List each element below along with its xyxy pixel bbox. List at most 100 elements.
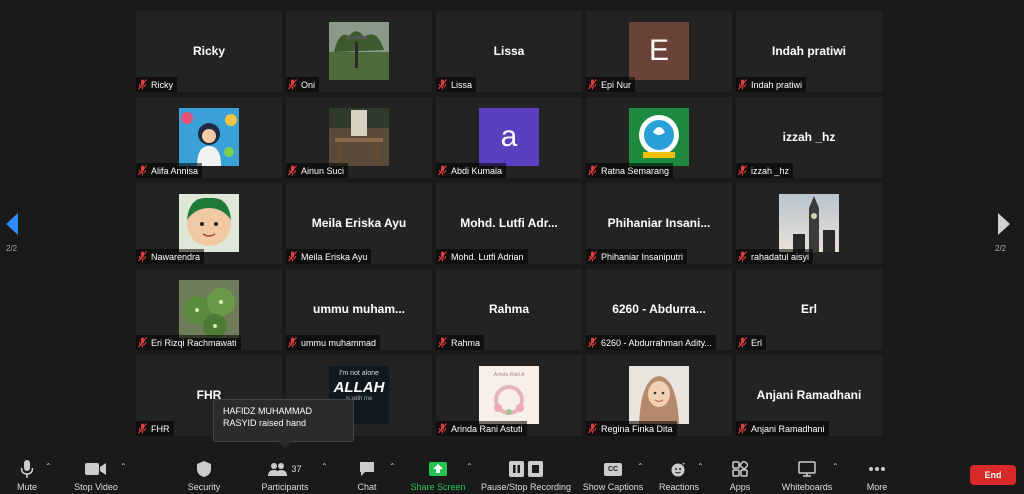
stop-video-label: Stop Video <box>74 482 118 492</box>
share-screen-icon <box>429 462 447 476</box>
security-button[interactable]: Security <box>184 450 224 494</box>
participant-label: FHR <box>136 421 174 436</box>
muted-mic-icon <box>588 251 597 262</box>
participant-label-text: Ainun Suci <box>301 165 345 176</box>
participant-name-large: Meila Eriska Ayu <box>311 216 407 230</box>
reactions-options-caret-icon[interactable]: ⌃ <box>697 462 704 471</box>
participant-label: Ratna Semarang <box>586 163 674 178</box>
whiteboards-options-caret-icon[interactable]: ⌃ <box>832 462 839 471</box>
profile-logo-green <box>629 108 689 166</box>
participant-label-text: Epi Nur <box>601 79 632 90</box>
muted-mic-icon <box>738 251 747 262</box>
video-tile[interactable]: Ratna Semarang <box>586 97 732 178</box>
participant-label: Mohd. Lutfi Adrian <box>436 249 528 264</box>
more-button[interactable]: More <box>862 450 892 494</box>
share-screen-button[interactable]: Share Screen <box>410 450 466 494</box>
video-tile[interactable]: Erl Erl <box>736 269 882 350</box>
participants-button[interactable]: 37 Participants <box>258 450 312 494</box>
video-tile[interactable]: Mohd. Lutfi Adr... Mohd. Lutfi Adrian <box>436 183 582 264</box>
avatar-letter: E <box>629 22 689 80</box>
muted-mic-icon <box>288 251 297 262</box>
video-tile[interactable]: Lissa Lissa <box>436 11 582 92</box>
participant-label-text: Indah pratiwi <box>751 79 803 90</box>
participants-icon <box>268 463 288 476</box>
participant-name-large: Anjani Ramadhani <box>756 388 862 402</box>
video-tile[interactable]: E Epi Nur <box>586 11 732 92</box>
video-tile[interactable]: Eri Rizqi Rachmawati <box>136 269 282 350</box>
video-tile[interactable]: Phihaniar Insani... Phihaniar Insaniputr… <box>586 183 732 264</box>
participant-label: Erl <box>736 335 766 350</box>
muted-mic-icon <box>138 337 147 348</box>
participant-label-text: Oni <box>301 79 316 90</box>
video-options-caret-icon[interactable]: ⌃ <box>120 462 127 471</box>
chat-button[interactable]: Chat <box>352 450 382 494</box>
participant-label-text: izzah _hz <box>751 165 790 176</box>
previous-page-arrow-icon[interactable] <box>5 213 19 235</box>
video-tile[interactable]: 6260 - Abdurra... 6260 - Abdurrahman Adi… <box>586 269 732 350</box>
chat-options-caret-icon[interactable]: ⌃ <box>389 462 396 471</box>
video-tile[interactable]: izzah _hz izzah _hz <box>736 97 882 178</box>
muted-mic-icon <box>588 423 597 434</box>
profile-photo-child <box>179 108 239 166</box>
video-tile[interactable]: Regina Finka Dita <box>586 355 732 436</box>
participant-label: rahadatul aisyi <box>736 249 814 264</box>
participant-label-text: Meila Eriska Ayu <box>301 251 368 262</box>
end-meeting-button[interactable]: End <box>970 465 1016 485</box>
closed-captions-icon: CC <box>604 462 622 476</box>
next-page-arrow-icon[interactable] <box>997 213 1011 235</box>
mute-button[interactable]: Mute <box>12 450 42 494</box>
video-tile[interactable]: a Abdi Kumala <box>436 97 582 178</box>
participants-options-caret-icon[interactable]: ⌃ <box>321 462 328 471</box>
muted-mic-icon <box>288 337 297 348</box>
participant-label-text: Arinda Rani Astuti <box>451 423 523 434</box>
video-tile[interactable]: Arinda Rani A Arinda Rani Astuti <box>436 355 582 436</box>
participants-label: Participants <box>261 482 309 492</box>
profile-photo-baby <box>179 194 239 252</box>
participant-label: Regina Finka Dita <box>586 421 677 436</box>
whiteboards-button[interactable]: Whiteboards <box>778 450 836 494</box>
show-captions-button[interactable]: CC Show Captions <box>581 450 645 494</box>
apps-label: Apps <box>729 482 751 492</box>
video-tile[interactable]: rahadatul aisyi <box>736 183 882 264</box>
participant-label-text: Abdi Kumala <box>451 165 503 176</box>
chat-bubble-icon <box>360 462 374 476</box>
mute-options-caret-icon[interactable]: ⌃ <box>45 462 52 471</box>
muted-mic-icon <box>438 79 447 90</box>
video-tile[interactable]: ummu muham... ummu muhammad <box>286 269 432 350</box>
participant-label: Nawarendra <box>136 249 205 264</box>
video-tile[interactable]: Nawarendra <box>136 183 282 264</box>
muted-mic-icon <box>138 251 147 262</box>
participant-label: Eri Rizqi Rachmawati <box>136 335 241 350</box>
microphone-icon <box>20 460 34 478</box>
apps-icon <box>732 461 748 477</box>
video-tile[interactable]: Indah pratiwi Indah pratiwi <box>736 11 882 92</box>
participant-label-text: Rahma <box>451 337 481 348</box>
video-tile[interactable]: Oni <box>286 11 432 92</box>
poster-big-text: ALLAH <box>333 379 385 396</box>
more-dots-icon <box>869 467 885 471</box>
video-tile[interactable]: Alifa Annisa <box>136 97 282 178</box>
whiteboard-icon <box>798 461 816 477</box>
participant-label-text: ummu muhammad <box>301 337 377 348</box>
muted-mic-icon <box>438 251 447 262</box>
participant-label-text: Anjani Ramadhani <box>751 423 825 434</box>
poster-text: I'm not alone <box>339 370 379 377</box>
participant-name-large: ummu muham... <box>312 302 405 316</box>
video-tile[interactable]: Anjani Ramadhani Anjani Ramadhani <box>736 355 882 436</box>
participant-label-text: Ratna Semarang <box>601 165 670 176</box>
reactions-button[interactable]: + Reactions <box>657 450 701 494</box>
share-options-caret-icon[interactable]: ⌃ <box>466 462 473 471</box>
pause-stop-recording-button[interactable]: Pause/Stop Recording <box>480 450 572 494</box>
muted-mic-icon <box>438 337 447 348</box>
participant-label: Abdi Kumala <box>436 163 507 178</box>
video-tile[interactable]: Meila Eriska Ayu Meila Eriska Ayu <box>286 183 432 264</box>
captions-options-caret-icon[interactable]: ⌃ <box>637 462 644 471</box>
apps-button[interactable]: Apps <box>725 450 755 494</box>
video-tile[interactable]: Rahma Rahma <box>436 269 582 350</box>
stop-video-button[interactable]: Stop Video <box>70 450 122 494</box>
floral-wreath-icon <box>494 385 524 415</box>
participant-label: Phihaniar Insaniputri <box>586 249 688 264</box>
participant-label-text: FHR <box>151 423 170 434</box>
video-tile[interactable]: Ainun Suci <box>286 97 432 178</box>
video-tile[interactable]: Ricky Ricky <box>136 11 282 92</box>
